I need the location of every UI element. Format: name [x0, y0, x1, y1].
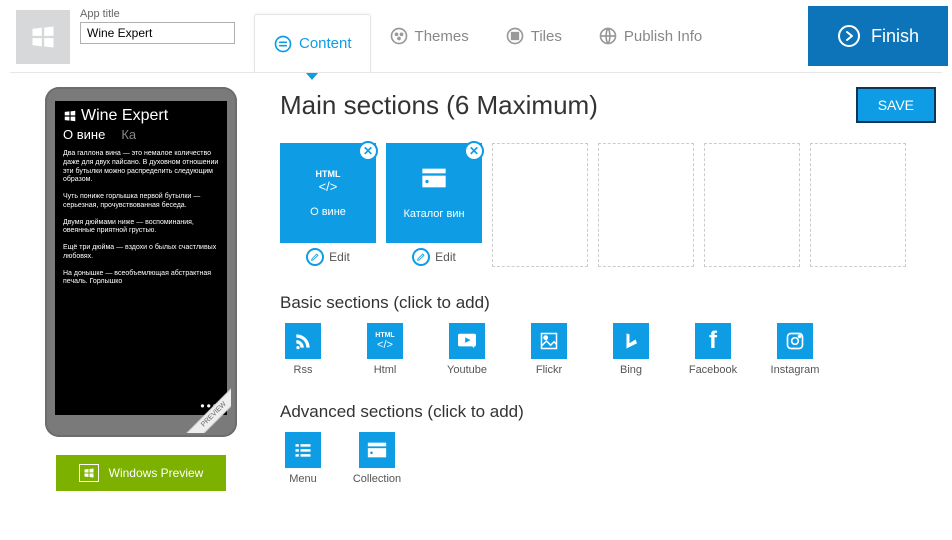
tab-content[interactable]: Content: [254, 14, 371, 72]
preview-paragraph: Ещё три дюйма — вздохи о былых счастливы…: [63, 244, 219, 262]
tab-themes-label: Themes: [415, 28, 469, 45]
preview-ribbon: PREVIEW: [183, 385, 231, 433]
youtube-icon: [449, 323, 485, 359]
section-label: Каталог вин: [403, 208, 464, 220]
flickr-icon: [531, 323, 567, 359]
preview-paragraph: Два галлона вина — это немалое количеств…: [63, 150, 219, 185]
close-icon[interactable]: ✕: [358, 141, 378, 161]
windows-icon: [79, 464, 99, 482]
section-tile-html[interactable]: ✕ HTML </> О вине Edit: [280, 143, 376, 267]
basic-item-instagram[interactable]: Instagram: [772, 323, 818, 376]
section-empty-slot[interactable]: [704, 143, 800, 267]
advanced-item-menu[interactable]: Menu: [280, 432, 326, 485]
page-title: Main sections (6 Maximum): [280, 90, 598, 121]
finish-label: Finish: [871, 26, 919, 47]
collection-icon: [359, 432, 395, 468]
section-label: О вине: [310, 206, 346, 218]
close-icon[interactable]: ✕: [464, 141, 484, 161]
save-button[interactable]: SAVE: [856, 87, 936, 123]
preview-paragraph: Двумя дюймами ниже — воспоминания, овеян…: [63, 219, 219, 237]
app-title-label: App title: [80, 8, 240, 20]
windows-preview-label: Windows Preview: [109, 466, 204, 480]
basic-item-flickr[interactable]: Flickr: [526, 323, 572, 376]
phone-preview: Wine Expert О вине Ка Два галлона вина —…: [45, 87, 237, 437]
advanced-sections-title: Advanced sections (click to add): [280, 402, 936, 422]
finish-button[interactable]: Finish: [808, 6, 948, 66]
windows-logo-icon: [16, 10, 70, 64]
tab-publish-label: Publish Info: [624, 28, 702, 45]
section-empty-slot[interactable]: [810, 143, 906, 267]
preview-paragraph: На донышке — всеобъемлющая абстрактная п…: [63, 270, 219, 288]
tab-tiles[interactable]: Tiles: [487, 8, 580, 64]
edit-button[interactable]: Edit: [386, 248, 482, 266]
pencil-icon: [412, 248, 430, 266]
facebook-icon: f: [695, 323, 731, 359]
bing-icon: [613, 323, 649, 359]
preview-paragraph: Чуть пониже горлышка первой бутылки — се…: [63, 193, 219, 211]
basic-item-youtube[interactable]: Youtube: [444, 323, 490, 376]
basic-item-rss[interactable]: Rss: [280, 323, 326, 376]
windows-preview-button[interactable]: Windows Preview: [56, 455, 226, 491]
instagram-icon: [777, 323, 813, 359]
basic-item-bing[interactable]: Bing: [608, 323, 654, 376]
basic-item-facebook[interactable]: f Facebook: [690, 323, 736, 376]
preview-app-name: Wine Expert: [81, 107, 168, 125]
collection-icon: [420, 166, 448, 190]
basic-item-html[interactable]: HTML</> Html: [362, 323, 408, 376]
html-icon: HTML</>: [367, 323, 403, 359]
tab-tiles-label: Tiles: [531, 28, 562, 45]
section-empty-slot[interactable]: [598, 143, 694, 267]
preview-pivot-next: Ка: [121, 127, 136, 142]
tab-themes[interactable]: Themes: [371, 8, 487, 64]
menu-icon: [285, 432, 321, 468]
advanced-item-collection[interactable]: Collection: [354, 432, 400, 485]
rss-icon: [285, 323, 321, 359]
section-empty-slot[interactable]: [492, 143, 588, 267]
edit-button[interactable]: Edit: [280, 248, 376, 266]
pencil-icon: [306, 248, 324, 266]
preview-pivot-active: О вине: [63, 127, 105, 142]
section-tile-collection[interactable]: ✕ Каталог вин Edit: [386, 143, 482, 267]
basic-sections-title: Basic sections (click to add): [280, 293, 936, 313]
tab-content-label: Content: [299, 35, 352, 52]
app-title-input[interactable]: [80, 22, 235, 44]
tab-publish[interactable]: Publish Info: [580, 8, 720, 64]
